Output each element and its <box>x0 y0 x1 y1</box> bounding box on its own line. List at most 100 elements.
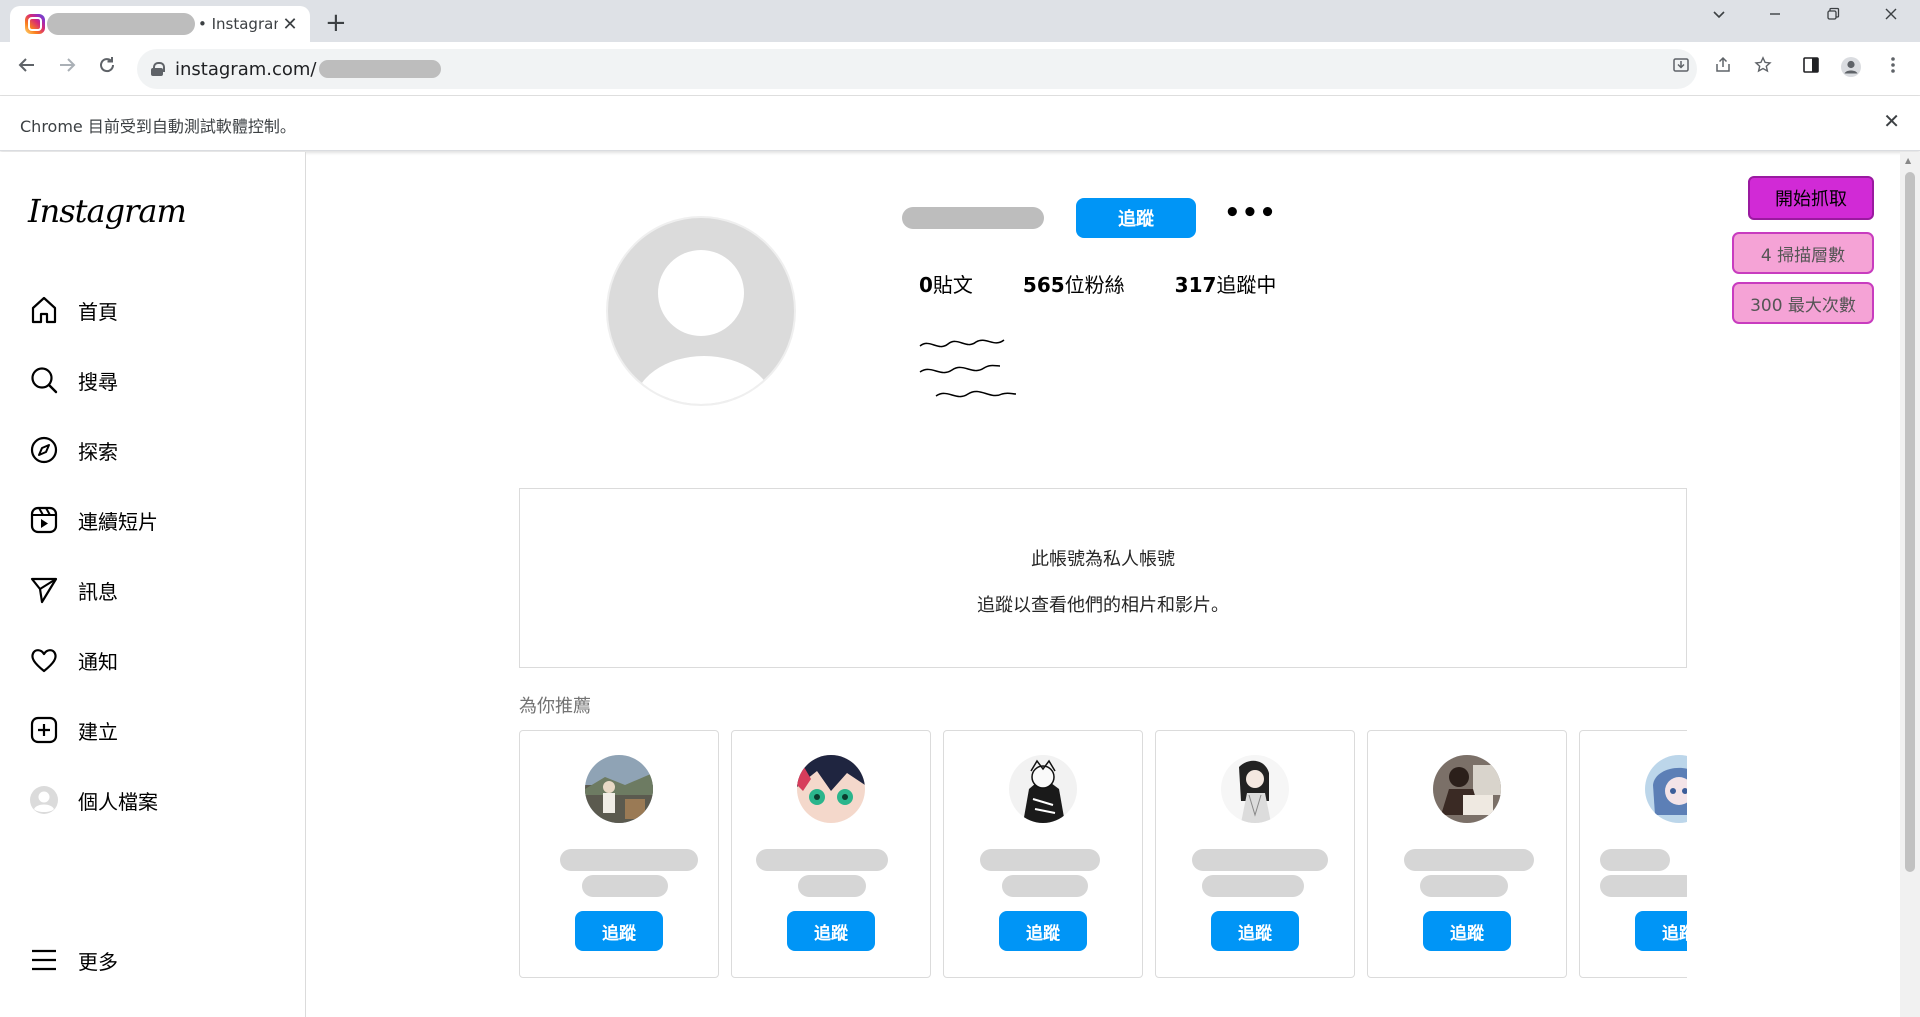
posts-label: 貼文 <box>932 273 973 297</box>
search-icon <box>26 362 62 398</box>
sidebar-item-label: 通知 <box>78 649 118 674</box>
sidebar-item-notifications[interactable]: 通知 <box>26 636 286 684</box>
sidebar-item-create[interactable]: 建立 <box>26 706 286 754</box>
scan-depth-field[interactable]: 4 掃描層數 <box>1732 232 1874 274</box>
follow-button[interactable]: 追蹤 <box>1076 198 1196 238</box>
instagram-logo[interactable]: Instagram <box>28 192 187 230</box>
sidebar-item-label: 搜尋 <box>78 369 118 394</box>
avatar-icon <box>26 782 62 818</box>
posts-count: 0 <box>919 273 933 297</box>
subtitle-redaction <box>582 875 668 897</box>
browser-tab[interactable]: • Instagram ✕ <box>10 6 310 42</box>
suggestion-avatar[interactable] <box>1221 755 1289 823</box>
sidebar-item-label: 個人檔案 <box>78 789 158 814</box>
card-follow-button[interactable]: 追蹤 <box>1635 911 1687 951</box>
posts-stat: 0貼文 <box>919 269 973 298</box>
sidebar-item-label: 更多 <box>78 949 118 974</box>
profile-stats: 0貼文 565位粉絲 317追蹤中 <box>919 269 1326 298</box>
suggestion-avatar[interactable] <box>585 755 653 823</box>
card-follow-button[interactable]: 追蹤 <box>575 911 663 951</box>
private-title: 此帳號為私人帳號 <box>1031 549 1175 570</box>
new-tab-button[interactable]: + <box>325 8 347 38</box>
card-follow-button[interactable]: 追蹤 <box>1211 911 1299 951</box>
instagram-favicon-icon <box>25 14 45 34</box>
suggestion-card[interactable]: 追蹤 <box>1367 730 1567 978</box>
private-subtitle: 追蹤以查看他們的相片和影片。 <box>977 595 1229 616</box>
lock-icon[interactable] <box>151 62 165 76</box>
subtitle-redaction <box>1420 875 1508 897</box>
sidebar-item-more[interactable]: 更多 <box>26 936 286 984</box>
sidebar: Instagram 首頁 搜尋 探索 連續短片 訊息 通知 建立 個人檔案 更多 <box>0 152 306 1017</box>
suggestion-card[interactable]: 追蹤 <box>1579 730 1687 978</box>
tab-close-icon[interactable]: ✕ <box>280 14 300 35</box>
subtitle-redaction <box>798 875 866 897</box>
suggestion-avatar[interactable] <box>1009 755 1077 823</box>
sidebar-item-explore[interactable]: 探索 <box>26 426 286 474</box>
tab-search-icon[interactable] <box>1704 6 1734 27</box>
forward-arrow-icon[interactable] <box>52 54 82 84</box>
following-stat[interactable]: 317追蹤中 <box>1175 269 1277 298</box>
start-scrape-button[interactable]: 開始抓取 <box>1748 176 1874 220</box>
card-follow-button[interactable]: 追蹤 <box>1423 911 1511 951</box>
suggestion-avatar[interactable] <box>797 755 865 823</box>
suggestions-title: 為你推薦 <box>519 696 591 717</box>
subtitle-redaction <box>1600 875 1687 897</box>
suggestion-card[interactable]: 追蹤 <box>731 730 931 978</box>
sidebar-item-profile[interactable]: 個人檔案 <box>26 776 286 824</box>
hamburger-menu-icon <box>26 942 62 978</box>
username-redaction <box>756 849 888 871</box>
restore-icon[interactable] <box>1818 6 1848 27</box>
bookmark-star-icon[interactable] <box>1750 56 1776 79</box>
suggestion-avatar[interactable] <box>1645 755 1687 823</box>
following-label: 追蹤中 <box>1216 273 1277 297</box>
max-count-field[interactable]: 300 最大次數 <box>1732 282 1874 324</box>
install-app-icon[interactable] <box>1668 56 1694 79</box>
username-redaction <box>902 207 1044 229</box>
sidebar-item-label: 訊息 <box>78 579 118 604</box>
browser-toolbar: instagram.com/ <box>0 42 1920 96</box>
scroll-up-arrow-icon[interactable]: ▲ <box>1905 156 1911 165</box>
tab-strip: • Instagram ✕ + <box>0 0 1920 42</box>
infobar-text: Chrome 目前受到自動測試軟體控制。 <box>20 117 296 136</box>
kebab-menu-icon[interactable] <box>1880 56 1906 79</box>
card-follow-button[interactable]: 追蹤 <box>999 911 1087 951</box>
profile-icon[interactable] <box>1838 56 1864 83</box>
minimize-icon[interactable] <box>1760 6 1790 27</box>
username-redaction <box>560 849 698 871</box>
suggestion-card[interactable]: 追蹤 <box>1155 730 1355 978</box>
bio-redaction-scribble <box>919 339 1017 398</box>
main-content: 追蹤 ••• 0貼文 565位粉絲 317追蹤中 此帳號為私人帳號 追蹤以查看他… <box>306 152 1920 1017</box>
heart-icon <box>26 642 62 678</box>
sidebar-item-home[interactable]: 首頁 <box>26 286 286 334</box>
sidebar-item-search[interactable]: 搜尋 <box>26 356 286 404</box>
suggestion-card[interactable]: 追蹤 <box>519 730 719 978</box>
sidebar-item-messages[interactable]: 訊息 <box>26 566 286 614</box>
home-icon <box>26 292 62 328</box>
plus-square-icon <box>26 712 62 748</box>
private-account-box: 此帳號為私人帳號 追蹤以查看他們的相片和影片。 <box>519 488 1687 668</box>
compass-icon <box>26 432 62 468</box>
send-icon <box>26 572 62 608</box>
card-follow-button[interactable]: 追蹤 <box>787 911 875 951</box>
back-arrow-icon[interactable] <box>12 54 42 84</box>
sidebar-item-label: 探索 <box>78 439 118 464</box>
page-scrollbar[interactable]: ▲ <box>1900 152 1920 1017</box>
side-panel-icon[interactable] <box>1798 56 1824 79</box>
window-close-icon[interactable] <box>1876 6 1906 27</box>
followers-stat[interactable]: 565位粉絲 <box>1023 269 1125 298</box>
following-count: 317 <box>1174 273 1217 297</box>
username-redaction <box>1600 849 1670 871</box>
reload-icon[interactable] <box>92 54 122 84</box>
address-bar[interactable]: instagram.com/ <box>137 49 1697 89</box>
sidebar-item-reels[interactable]: 連續短片 <box>26 496 286 544</box>
suggestion-avatar[interactable] <box>1433 755 1501 823</box>
more-options-icon[interactable]: ••• <box>1224 198 1277 228</box>
username-redaction <box>1192 849 1328 871</box>
share-icon[interactable] <box>1710 56 1736 79</box>
automation-infobar: Chrome 目前受到自動測試軟體控制。 ✕ <box>0 96 1920 151</box>
suggestions-row: 追蹤 追蹤 追蹤 追蹤 追蹤 追 <box>519 730 1687 986</box>
infobar-close-icon[interactable]: ✕ <box>1883 109 1900 133</box>
suggestion-card[interactable]: 追蹤 <box>943 730 1143 978</box>
scroll-thumb[interactable] <box>1905 172 1915 872</box>
profile-avatar[interactable] <box>606 216 796 406</box>
